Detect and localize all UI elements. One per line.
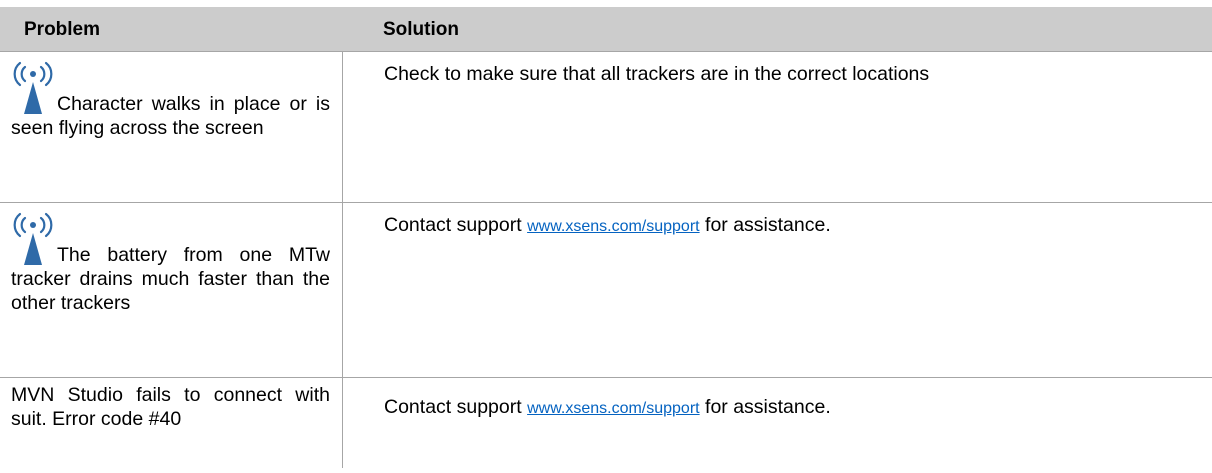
troubleshooting-table: Problem Solution Character walks in plac… — [0, 7, 1212, 468]
problem-text: Character walks in place or is seen flyi… — [11, 93, 330, 139]
header-solution: Solution — [383, 19, 459, 40]
support-link[interactable]: www.xsens.com/support — [527, 218, 700, 235]
wireless-signal-icon — [11, 58, 55, 116]
solution-text-before: Contact support — [384, 214, 528, 236]
problem-cell: The battery from one MTw tracker drains … — [0, 203, 343, 377]
solution-cell: Contact support www.xsens.com/support fo… — [343, 378, 1212, 468]
problem-cell: Character walks in place or is seen flyi… — [0, 52, 343, 202]
solution-text-after: for assistance. — [699, 396, 831, 418]
table-row: MVN Studio fails to connect with suit. E… — [0, 378, 1212, 468]
solution-text-before: Contact support — [384, 396, 528, 418]
header-problem: Problem — [24, 19, 101, 40]
solution-text: Check to make sure that all trackers are… — [384, 63, 930, 85]
problem-text: MVN Studio fails to connect with suit. E… — [11, 384, 330, 430]
table-row: The battery from one MTw tracker drains … — [0, 203, 1212, 378]
solution-cell: Check to make sure that all trackers are… — [343, 52, 1212, 202]
solution-cell: Contact support www.xsens.com/support fo… — [343, 203, 1212, 377]
problem-text: The battery from one MTw tracker drains … — [11, 244, 330, 314]
problem-cell: MVN Studio fails to connect with suit. E… — [0, 378, 343, 468]
solution-text-after: for assistance. — [699, 214, 831, 236]
table-row: Character walks in place or is seen flyi… — [0, 52, 1212, 203]
wireless-signal-icon — [11, 209, 55, 267]
table-header: Problem Solution — [0, 7, 1212, 52]
support-link[interactable]: www.xsens.com/support — [527, 400, 700, 417]
